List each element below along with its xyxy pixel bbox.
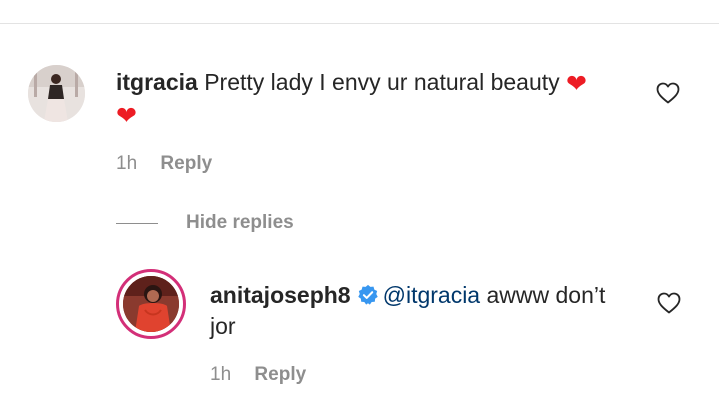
reply-timestamp: 1h xyxy=(210,364,232,385)
avatar-photo-icon xyxy=(123,276,179,332)
avatar-photo-icon xyxy=(28,65,85,122)
reply-username[interactable]: anitajoseph8 xyxy=(210,282,351,308)
reply-text: awww don’t xyxy=(486,282,606,308)
reply-text-line-2: jor xyxy=(210,311,236,341)
heart-outline-icon[interactable] xyxy=(656,82,680,104)
red-heart-emoji: ❤ xyxy=(116,102,137,130)
comment-timestamp: 1h xyxy=(116,153,138,174)
reply-text-continued: jor xyxy=(210,313,236,339)
reply-text-line-1: anitajoseph8 @itgracia awww don’t xyxy=(210,280,605,310)
mention-link[interactable]: @itgracia xyxy=(383,282,481,308)
hide-replies-line xyxy=(116,222,158,224)
itgracia-avatar[interactable] xyxy=(28,65,85,122)
red-heart-emoji: ❤ xyxy=(566,70,587,98)
heart-outline-icon[interactable] xyxy=(657,292,681,314)
comment-username[interactable]: itgracia xyxy=(116,69,198,95)
comment-text: Pretty lady I envy ur natural beauty xyxy=(204,69,560,95)
anitajoseph8-avatar[interactable] xyxy=(116,269,186,339)
comment-text-line-2: ❤ xyxy=(116,99,137,131)
comment-meta: 1h Reply xyxy=(116,152,212,176)
hide-replies-label: Hide replies xyxy=(186,212,294,233)
verified-badge-icon xyxy=(357,284,378,305)
top-divider xyxy=(0,23,719,24)
reply-button[interactable]: Reply xyxy=(254,364,306,385)
reply-button[interactable]: Reply xyxy=(160,153,212,174)
hide-replies-toggle[interactable]: Hide replies xyxy=(116,211,294,235)
comment-text-line-1: itgracia Pretty lady I envy ur natural b… xyxy=(116,67,587,99)
comments-thread: itgracia Pretty lady I envy ur natural b… xyxy=(0,0,719,406)
reply-meta: 1h Reply xyxy=(210,363,306,387)
avatar-photo xyxy=(123,276,179,332)
